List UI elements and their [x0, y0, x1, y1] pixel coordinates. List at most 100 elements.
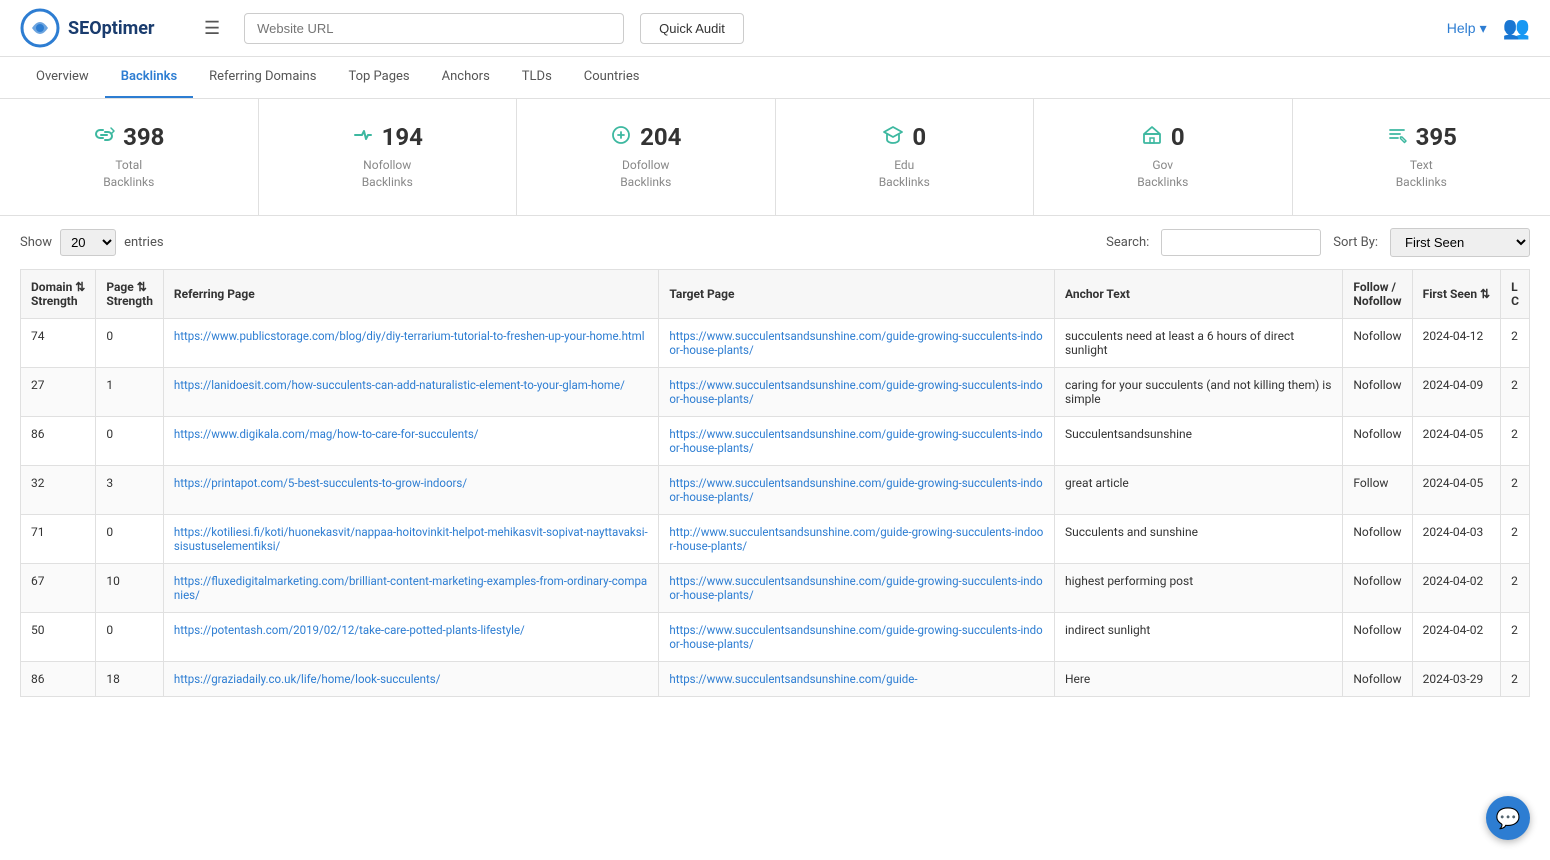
users-icon-button[interactable]: 👥 — [1503, 15, 1530, 41]
cell-anchor-text: indirect sunlight — [1054, 612, 1342, 661]
header: SEOptimer ☰ Quick Audit Help ▾ 👥 — [0, 0, 1550, 57]
col-page-strength[interactable]: Page ⇅Strength — [96, 269, 164, 318]
cell-referring-page: https://fluxedigitalmarketing.com/brilli… — [163, 563, 658, 612]
quick-audit-button[interactable]: Quick Audit — [640, 13, 744, 44]
cell-anchor-text: Here — [1054, 661, 1342, 696]
referring-page-link[interactable]: https://potentash.com/2019/02/12/take-ca… — [174, 623, 525, 637]
cell-domain-strength: 86 — [21, 416, 96, 465]
cell-first-seen: 2024-04-09 — [1412, 367, 1500, 416]
stat-text-backlinks: 395 TextBacklinks — [1293, 99, 1550, 215]
stat-top-nofollow: 194 — [352, 123, 423, 151]
stats-row: 398 TotalBacklinks 194 NofollowBacklinks… — [0, 99, 1550, 216]
cell-domain-strength: 71 — [21, 514, 96, 563]
col-target-page: Target Page — [659, 269, 1055, 318]
text-backlinks-label: TextBacklinks — [1396, 157, 1447, 191]
stat-top-gov: 0 — [1141, 123, 1185, 151]
sort-label: Sort By: — [1333, 235, 1378, 250]
cell-lc: 2 — [1501, 465, 1530, 514]
help-button[interactable]: Help ▾ — [1447, 20, 1487, 37]
stat-top-total: 398 — [93, 123, 164, 151]
cell-follow: Nofollow — [1343, 367, 1412, 416]
cell-follow: Nofollow — [1343, 416, 1412, 465]
cell-lc: 2 — [1501, 612, 1530, 661]
cell-follow: Nofollow — [1343, 563, 1412, 612]
cell-target-page: https://www.succulentsandsunshine.com/gu… — [659, 612, 1055, 661]
target-page-link[interactable]: https://www.succulentsandsunshine.com/gu… — [669, 623, 1042, 651]
cell-domain-strength: 32 — [21, 465, 96, 514]
cell-follow: Nofollow — [1343, 612, 1412, 661]
cell-anchor-text: caring for your succulents (and not kill… — [1054, 367, 1342, 416]
logo-text: SEOptimer — [68, 18, 155, 39]
target-page-link[interactable]: https://www.succulentsandsunshine.com/gu… — [669, 574, 1042, 602]
tab-overview[interactable]: Overview — [20, 57, 105, 98]
cell-lc: 2 — [1501, 563, 1530, 612]
stat-top-text: 395 — [1386, 123, 1457, 151]
entries-label: entries — [124, 235, 164, 250]
cell-follow: Follow — [1343, 465, 1412, 514]
controls-row: Show 20 50 100 entries Search: Sort By: … — [0, 216, 1550, 269]
referring-page-link[interactable]: https://fluxedigitalmarketing.com/brilli… — [174, 574, 647, 602]
stat-dofollow-backlinks: 204 DofollowBacklinks — [517, 99, 776, 215]
col-first-seen[interactable]: First Seen ⇅ — [1412, 269, 1500, 318]
tab-backlinks[interactable]: Backlinks — [105, 57, 193, 98]
cell-page-strength: 3 — [96, 465, 164, 514]
backlinks-table: Domain ⇅Strength Page ⇅Strength Referrin… — [20, 269, 1530, 697]
referring-page-link[interactable]: https://kotiliesi.fi/koti/huonekasvit/na… — [174, 525, 648, 553]
target-page-link[interactable]: http://www.succulentsandsunshine.com/gui… — [669, 525, 1043, 553]
logo-icon — [20, 8, 60, 48]
referring-page-link[interactable]: https://printapot.com/5-best-succulents-… — [174, 476, 467, 490]
target-page-link[interactable]: https://www.succulentsandsunshine.com/gu… — [669, 672, 917, 686]
chat-icon: 💬 — [1496, 806, 1521, 830]
tab-anchors[interactable]: Anchors — [426, 57, 506, 98]
stat-gov-backlinks: 0 GovBacklinks — [1034, 99, 1293, 215]
tab-tlds[interactable]: TLDs — [506, 57, 568, 98]
dofollow-label: DofollowBacklinks — [620, 157, 671, 191]
col-domain-strength[interactable]: Domain ⇅Strength — [21, 269, 96, 318]
edu-label: EduBacklinks — [879, 157, 930, 191]
cell-first-seen: 2024-04-02 — [1412, 563, 1500, 612]
entries-select[interactable]: 20 50 100 — [60, 229, 116, 256]
sort-select[interactable]: First Seen Last Seen Domain Strength Pag… — [1390, 228, 1530, 257]
text-backlinks-icon — [1386, 124, 1408, 151]
stat-top-edu: 0 — [882, 123, 926, 151]
cell-first-seen: 2024-04-05 — [1412, 465, 1500, 514]
nofollow-label: NofollowBacklinks — [362, 157, 413, 191]
cell-target-page: http://www.succulentsandsunshine.com/gui… — [659, 514, 1055, 563]
cell-anchor-text: succulents need at least a 6 hours of di… — [1054, 318, 1342, 367]
target-page-link[interactable]: https://www.succulentsandsunshine.com/gu… — [669, 378, 1042, 406]
table-row: 86 0 https://www.digikala.com/mag/how-to… — [21, 416, 1530, 465]
table-row: 86 18 https://graziadaily.co.uk/life/hom… — [21, 661, 1530, 696]
referring-page-link[interactable]: https://www.publicstorage.com/blog/diy/d… — [174, 329, 645, 343]
nofollow-icon — [352, 124, 374, 151]
referring-page-link[interactable]: https://graziadaily.co.uk/life/home/look… — [174, 672, 441, 686]
referring-page-link[interactable]: https://www.digikala.com/mag/how-to-care… — [174, 427, 479, 441]
header-right: Help ▾ 👥 — [1447, 15, 1530, 41]
cell-referring-page: https://www.publicstorage.com/blog/diy/d… — [163, 318, 658, 367]
gov-label: GovBacklinks — [1137, 157, 1188, 191]
table-row: 74 0 https://www.publicstorage.com/blog/… — [21, 318, 1530, 367]
hamburger-button[interactable]: ☰ — [196, 14, 228, 43]
search-input[interactable] — [1161, 229, 1321, 256]
cell-anchor-text: Succulents and sunshine — [1054, 514, 1342, 563]
cell-referring-page: https://printapot.com/5-best-succulents-… — [163, 465, 658, 514]
hamburger-icon: ☰ — [204, 18, 220, 38]
cell-lc: 2 — [1501, 367, 1530, 416]
target-page-link[interactable]: https://www.succulentsandsunshine.com/gu… — [669, 476, 1042, 504]
sort-arrow-fs: ⇅ — [1480, 287, 1490, 301]
cell-domain-strength: 27 — [21, 367, 96, 416]
target-page-link[interactable]: https://www.succulentsandsunshine.com/gu… — [669, 329, 1042, 357]
referring-page-link[interactable]: https://lanidoesit.com/how-succulents-ca… — [174, 378, 625, 392]
tab-countries[interactable]: Countries — [568, 57, 656, 98]
cell-page-strength: 0 — [96, 416, 164, 465]
cell-anchor-text: highest performing post — [1054, 563, 1342, 612]
dofollow-number: 204 — [640, 123, 681, 151]
tab-referring-domains[interactable]: Referring Domains — [193, 57, 332, 98]
cell-referring-page: https://lanidoesit.com/how-succulents-ca… — [163, 367, 658, 416]
url-input[interactable] — [244, 13, 624, 44]
target-page-link[interactable]: https://www.succulentsandsunshine.com/gu… — [669, 427, 1042, 455]
tab-top-pages[interactable]: Top Pages — [332, 57, 425, 98]
cell-domain-strength: 74 — [21, 318, 96, 367]
cell-page-strength: 0 — [96, 612, 164, 661]
cell-anchor-text: Succulentsandsunshine — [1054, 416, 1342, 465]
chat-bubble-button[interactable]: 💬 — [1486, 796, 1530, 840]
